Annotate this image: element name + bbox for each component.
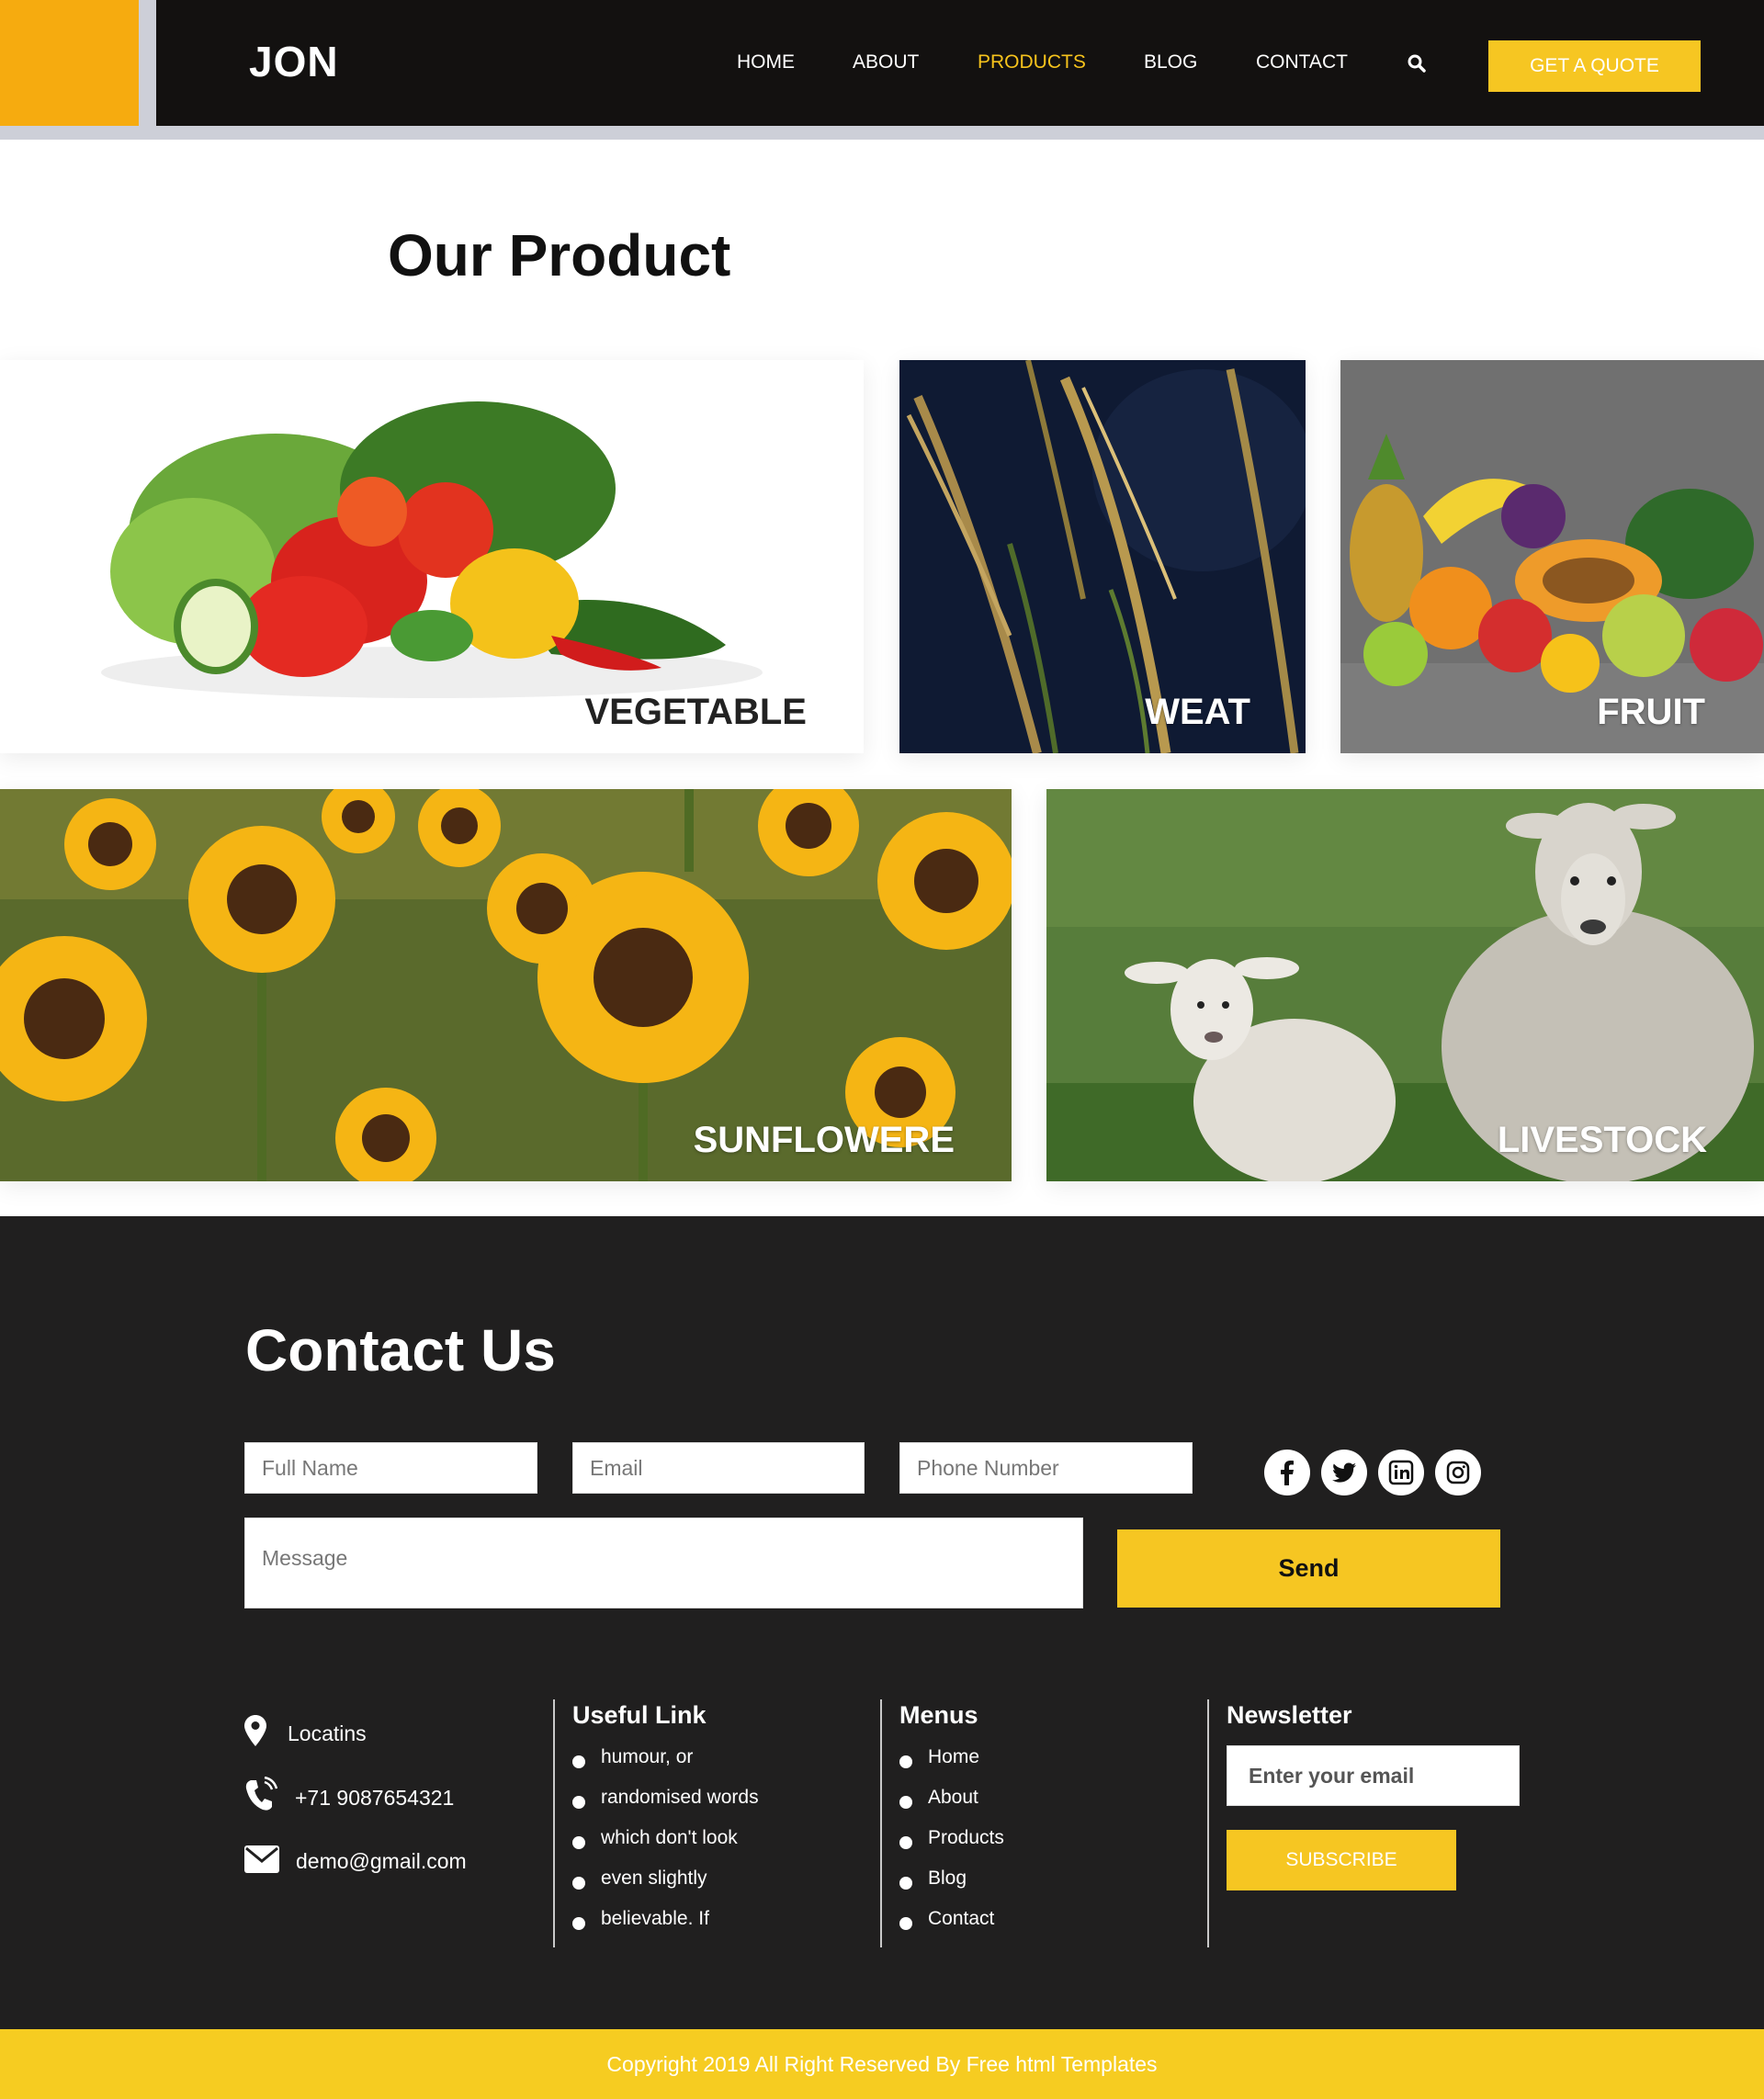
location-text: Locatins	[288, 1721, 367, 1745]
envelope-icon	[244, 1845, 279, 1873]
get-a-quote-button[interactable]: GET A QUOTE	[1488, 40, 1701, 92]
site-header: JON HOME ABOUT PRODUCTS BLOG CONTACT GET…	[0, 0, 1764, 140]
nav-blog[interactable]: BLOG	[1144, 50, 1197, 75]
tile-label-livestock: LIVESTOCK	[1497, 1120, 1707, 1160]
phone-text: +71 9087654321	[295, 1786, 455, 1810]
menus-column: Menus Home About Products Blog Contact	[880, 1699, 1004, 1947]
twitter-icon[interactable]	[1321, 1450, 1367, 1495]
product-tile-livestock[interactable]: LIVESTOCK	[1046, 789, 1764, 1181]
product-tile-weat[interactable]: WEAT	[899, 360, 1306, 753]
product-tile-vegetable[interactable]: VEGETABLE	[0, 360, 864, 753]
newsletter-email-input[interactable]	[1227, 1745, 1520, 1806]
nav-products[interactable]: PRODUCTS	[978, 50, 1086, 75]
location-pin-icon	[244, 1715, 266, 1746]
phone-number-input[interactable]	[899, 1442, 1193, 1494]
nav-contact[interactable]: CONTACT	[1256, 50, 1348, 75]
send-button[interactable]: Send	[1117, 1529, 1500, 1608]
email-text: demo@gmail.com	[296, 1849, 467, 1873]
nav-home[interactable]: HOME	[737, 50, 795, 75]
product-tile-sunflowere[interactable]: SUNFLOWERE	[0, 789, 1012, 1181]
list-item[interactable]: even slightly	[572, 1865, 759, 1905]
product-tile-fruit[interactable]: FRUIT	[1340, 360, 1764, 753]
list-item[interactable]: believable. If	[572, 1905, 759, 1946]
nav-about[interactable]: ABOUT	[853, 50, 919, 75]
newsletter-title: Newsletter	[1227, 1701, 1352, 1729]
email-input[interactable]	[572, 1442, 865, 1494]
footer-menu-home[interactable]: Home	[899, 1744, 1004, 1784]
footer-menu-blog[interactable]: Blog	[899, 1865, 1004, 1905]
contact-title: Contact Us	[245, 1317, 556, 1383]
tile-label-sunflowere: SUNFLOWERE	[693, 1120, 955, 1160]
full-name-input[interactable]	[244, 1442, 537, 1494]
tile-label-fruit: FRUIT	[1597, 692, 1705, 732]
footer-menu-about[interactable]: About	[899, 1784, 1004, 1824]
products-title: Our Product	[388, 222, 731, 288]
menus-title: Menus	[899, 1701, 978, 1729]
list-item[interactable]: randomised words	[572, 1784, 759, 1824]
list-item[interactable]: humour, or	[572, 1744, 759, 1784]
tile-label-vegetable: VEGETABLE	[584, 692, 807, 732]
facebook-icon[interactable]	[1264, 1450, 1310, 1495]
useful-links-title: Useful Link	[572, 1701, 707, 1729]
footer-menu-contact[interactable]: Contact	[899, 1905, 1004, 1946]
tile-label-weat: WEAT	[1145, 692, 1250, 732]
search-icon[interactable]	[1407, 53, 1427, 73]
subscribe-button[interactable]: SUBSCRIBE	[1227, 1830, 1456, 1890]
linkedin-icon[interactable]	[1378, 1450, 1424, 1495]
useful-links-list: humour, or randomised words which don't …	[572, 1744, 759, 1946]
newsletter-column: Newsletter	[1207, 1699, 1352, 1947]
phone-icon	[245, 1777, 277, 1811]
menus-list: Home About Products Blog Contact	[899, 1744, 1004, 1946]
page: JON HOME ABOUT PRODUCTS BLOG CONTACT GET…	[0, 0, 1764, 2099]
instagram-icon[interactable]	[1435, 1450, 1481, 1495]
useful-links-column: Useful Link humour, or randomised words …	[553, 1699, 759, 1947]
copyright-text: Copyright 2019 All Right Reserved By Fre…	[606, 2052, 1158, 2076]
footer-menu-products[interactable]: Products	[899, 1824, 1004, 1865]
site-footer: Copyright 2019 All Right Reserved By Fre…	[0, 2029, 1764, 2099]
message-textarea[interactable]	[244, 1518, 1083, 1608]
contact-section: Contact Us Send Locatins	[0, 1216, 1764, 2029]
list-item[interactable]: which don't look	[572, 1824, 759, 1865]
